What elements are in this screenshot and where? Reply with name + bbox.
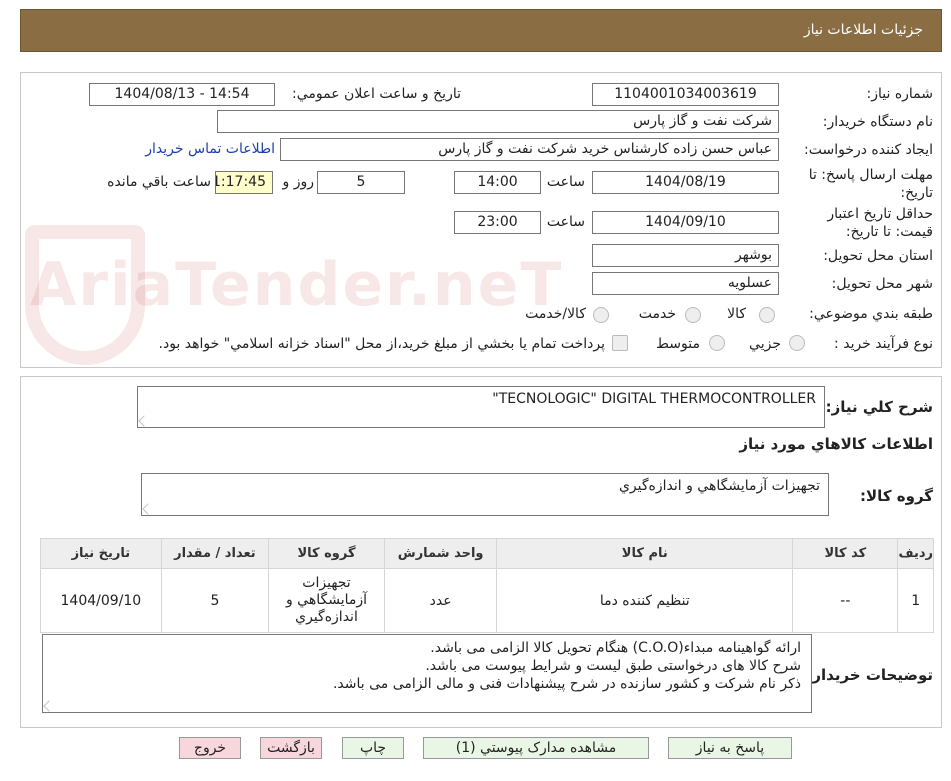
table-header-row: رديف کد کالا نام کالا واحد شمارش گروه کا…	[40, 538, 934, 569]
process-radio-medium[interactable]	[709, 335, 725, 351]
days-field[interactable]: 5	[317, 171, 405, 194]
validity-date-field[interactable]: 1404/09/10	[592, 211, 779, 234]
cell-name: تنظيم کننده دما	[496, 568, 794, 633]
resize-grip-icon	[142, 503, 154, 515]
group-textarea[interactable]: تجهيزات آزمايشگاهي و اندازه‌گيري	[141, 473, 829, 516]
payment-note: پرداخت تمام يا بخشي از مبلغ خريد،از محل …	[158, 336, 605, 352]
cell-group: تجهيزات آزمايشگاهي و اندازه‌گيري	[268, 568, 385, 633]
send-deadline-label: مهلت ارسال پاسخ: تا تاريخ:	[808, 167, 933, 201]
col-header-qty: تعداد / مقدار	[160, 538, 270, 569]
province-field[interactable]: بوشهر	[592, 244, 779, 267]
city-label: شهر محل تحويل:	[831, 276, 933, 292]
send-date-field[interactable]: 1404/08/19	[592, 171, 779, 194]
summary-text: "TECNOLOGIC" DIGITAL THERMOCONTROLLER	[492, 391, 816, 407]
category-radio-service[interactable]	[685, 307, 701, 323]
table-row[interactable]: 1 -- تنظيم کننده دما عدد تجهيزات آزمايشگ…	[40, 568, 934, 633]
watermark: AriaTender.neT	[30, 250, 564, 320]
category-radio-goods[interactable]	[759, 307, 775, 323]
notes-line: ذکر نام شرکت و کشور سازنده در شرح پیشنها…	[332, 676, 801, 692]
exit-button[interactable]: خروج	[179, 737, 241, 759]
province-label: استان محل تحويل:	[823, 248, 933, 264]
col-header-unit: واحد شمارش	[383, 538, 498, 569]
notes-line: ارائه گواهينامه مبداء(C.O.O) هنگام تحويل…	[430, 640, 801, 656]
creator-field[interactable]: عباس حسن زاده کارشناس خريد شرکت نفت و گا…	[280, 138, 779, 161]
cell-date: 1404/09/10	[40, 568, 162, 633]
col-header-date: تاريخ نياز	[40, 538, 162, 569]
validity-time-field[interactable]: 23:00	[454, 211, 541, 234]
remaining-time-field: 21:17:45	[215, 171, 273, 194]
page-header: جزئيات اطلاعات نياز	[20, 9, 942, 52]
print-button[interactable]: چاپ	[342, 737, 404, 759]
validity-label: حداقل تاريخ اعتبار قيمت: تا تاريخ:	[827, 206, 933, 240]
cell-code: --	[792, 568, 899, 633]
col-header-name: نام کالا	[496, 538, 794, 569]
cell-qty: 5	[160, 568, 270, 633]
resize-grip-icon	[43, 700, 55, 712]
creator-label: ايجاد کننده درخواست:	[804, 142, 933, 158]
send-time-field[interactable]: 14:00	[454, 171, 541, 194]
announce-field[interactable]: 1404/08/13 - 14:54	[89, 83, 275, 106]
process-option-minor: جزيي	[749, 336, 781, 352]
resize-grip-icon	[138, 415, 150, 427]
send-time-label: ساعت	[546, 174, 585, 190]
process-radio-minor[interactable]	[789, 335, 805, 351]
group-text: تجهيزات آزمايشگاهي و اندازه‌گيري	[618, 478, 820, 494]
need-number-field[interactable]: 1104001034003619	[592, 83, 779, 106]
treasury-checkbox[interactable]	[612, 335, 628, 351]
category-option-service: خدمت	[638, 306, 676, 322]
announce-label: تاريخ و ساعت اعلان عمومي:	[292, 86, 461, 102]
col-header-row: رديف	[897, 538, 934, 569]
back-button[interactable]: بازگشت	[260, 737, 322, 759]
buyer-contact-link[interactable]: اطلاعات تماس خريدار	[145, 141, 275, 157]
category-option-goods-service: کالا/خدمت	[525, 306, 586, 322]
cell-row: 1	[897, 568, 934, 633]
buyer-org-field[interactable]: شرکت نفت و گاز پارس	[217, 110, 779, 133]
items-title: اطلاعات کالاهاي مورد نياز	[739, 435, 933, 453]
category-option-goods: کالا	[727, 306, 746, 322]
reply-button[interactable]: پاسخ به نياز	[668, 737, 792, 759]
summary-textarea[interactable]: "TECNOLOGIC" DIGITAL THERMOCONTROLLER	[137, 386, 825, 428]
city-field[interactable]: عسلويه	[592, 272, 779, 295]
group-label: گروه کالا:	[860, 487, 933, 505]
summary-label: شرح کلي نياز:	[825, 398, 933, 416]
category-radio-goods-service[interactable]	[593, 307, 609, 323]
notes-label: توضيحات خريدار:	[806, 666, 933, 684]
col-header-code: کد کالا	[792, 538, 899, 569]
validity-time-label: ساعت	[546, 214, 585, 230]
buyer-org-label: نام دستگاه خريدار:	[822, 114, 933, 130]
process-option-medium: متوسط	[656, 336, 700, 352]
remaining-label: ساعت باقي مانده	[107, 174, 211, 190]
notes-textarea[interactable]: ارائه گواهينامه مبداء(C.O.O) هنگام تحويل…	[42, 634, 812, 713]
category-label: طبقه بندي موضوعي:	[809, 306, 933, 322]
need-number-label: شماره نياز:	[866, 86, 934, 102]
items-table: رديف کد کالا نام کالا واحد شمارش گروه کا…	[40, 538, 934, 633]
col-header-group: گروه کالا	[268, 538, 385, 569]
notes-line: شرح کالا های درخواستی طبق لیست و شرایط پ…	[425, 658, 801, 674]
cell-unit: عدد	[383, 568, 498, 633]
page-title: جزئيات اطلاعات نياز	[803, 22, 923, 38]
process-label: نوع فرآيند خريد :	[834, 336, 933, 352]
view-docs-button[interactable]: مشاهده مدارک پيوستي (1)	[423, 737, 649, 759]
days-label: روز و	[282, 174, 315, 190]
